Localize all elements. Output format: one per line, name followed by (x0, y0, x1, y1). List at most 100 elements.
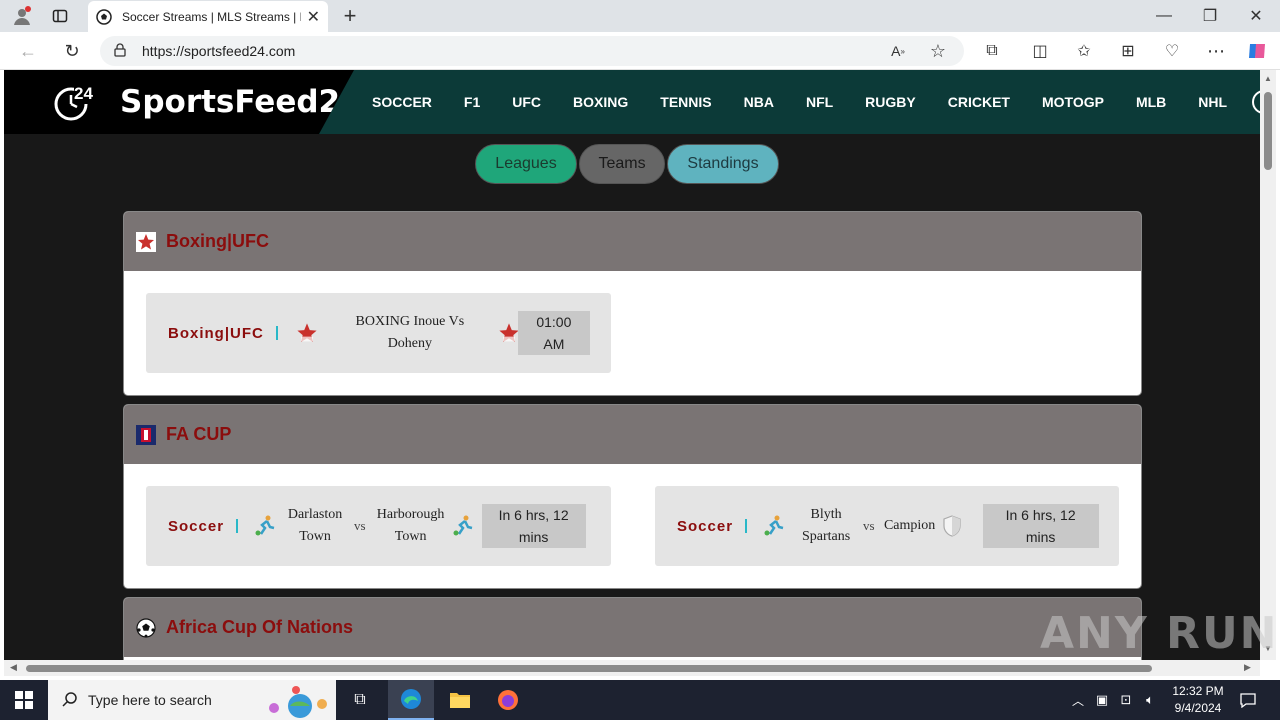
read-aloud-icon[interactable]: A» (886, 40, 910, 62)
time-line-2: AM (543, 336, 565, 352)
match-sport: Soccer (168, 517, 225, 535)
view-tabs: Leagues Teams Standings (475, 144, 781, 184)
match-card[interactable]: Soccer Darlaston Town vs Harborough Town… (146, 486, 611, 566)
player-kick-icon (450, 513, 476, 539)
edge-browser-icon[interactable] (388, 680, 434, 720)
section-title: FA CUP (166, 424, 232, 444)
device-icon[interactable]: ▣ (1094, 690, 1110, 710)
nav-rugby[interactable]: RUGBY (865, 94, 916, 110)
profile-icon[interactable] (10, 4, 34, 28)
match-time: In 6 hrs, 12 mins (982, 504, 1099, 548)
home-team-line-1: Darlaston (287, 507, 343, 522)
browser-tab-active[interactable]: Soccer Streams | MLS Streams | N ✕ (88, 1, 328, 32)
site-logo[interactable]: 24 SportsFeed24 (4, 70, 354, 134)
scroll-thumb[interactable] (26, 665, 1152, 672)
nav-f1[interactable]: F1 (464, 94, 480, 110)
vs-label: vs (863, 518, 875, 533)
tab-title: Soccer Streams | MLS Streams | N (122, 9, 301, 24)
player-kick-icon (252, 513, 278, 539)
task-view-icon[interactable]: ⧉ (350, 690, 370, 710)
nav-mlb[interactable]: MLB (1136, 94, 1166, 110)
show-hidden-icons-icon[interactable]: ︿ (1070, 690, 1086, 710)
scroll-left-arrow-icon[interactable]: ◀ (10, 662, 17, 673)
taskbar-search[interactable]: Type here to search (48, 680, 336, 720)
home-team-line-2: Town (299, 529, 331, 544)
horizontal-scrollbar[interactable]: ◀ ▶ (4, 660, 1260, 676)
lock-icon[interactable] (114, 42, 126, 60)
time-line-1: 01:00 (536, 314, 572, 330)
search-icon (62, 691, 78, 710)
firefox-icon[interactable] (496, 688, 520, 712)
nav-soccer[interactable]: SOCCER (372, 94, 432, 110)
clock[interactable]: 12:32 PM 9/4/2024 (1166, 683, 1230, 717)
match-card[interactable]: Soccer Blyth Spartans vs Campion In 6 hr… (655, 486, 1119, 566)
nav-boxing[interactable]: BOXING (573, 94, 628, 110)
time-line-1: In 6 hrs, 12 (1005, 507, 1076, 523)
away-team: Harborough Town (372, 504, 450, 548)
divider (236, 519, 239, 533)
nav-tennis[interactable]: TENNIS (660, 94, 711, 110)
home-team-line-1: Blyth (810, 507, 842, 522)
close-window-icon[interactable]: ✕ (1244, 6, 1268, 26)
refresh-icon[interactable]: ↻ (60, 40, 84, 62)
scroll-thumb[interactable] (1264, 92, 1272, 170)
address-bar[interactable]: https://sportsfeed24.com (100, 36, 964, 66)
section-header: Africa Cup Of Nations (124, 598, 1141, 657)
network-icon[interactable]: ⊡ (1118, 690, 1134, 710)
tab-actions-icon[interactable] (50, 6, 70, 26)
windows-start-icon[interactable] (14, 690, 34, 710)
nav-nhl[interactable]: NHL (1198, 94, 1227, 110)
search-highlight-icon (262, 684, 332, 721)
scroll-right-arrow-icon[interactable]: ▶ (1244, 662, 1251, 673)
url-text: https://sportsfeed24.com (142, 43, 296, 59)
nav-nba[interactable]: NBA (744, 94, 774, 110)
match-sport: Boxing|UFC (168, 324, 264, 342)
clock-time: 12:32 PM (1172, 684, 1224, 698)
close-tab-icon[interactable]: ✕ (307, 7, 320, 27)
match-time: 01:00 AM (517, 311, 590, 355)
volume-icon[interactable]: 🔈︎ (1142, 690, 1158, 710)
clock-date: 9/4/2024 (1174, 701, 1222, 715)
nav-cricket[interactable]: CRICKET (948, 94, 1010, 110)
scroll-up-arrow-icon[interactable]: ▲ (1264, 74, 1272, 83)
star-badge-icon (294, 320, 320, 346)
match-card[interactable]: Boxing|UFC BOXING Inoue Vs Doheny 01:00 … (146, 293, 611, 373)
nav-ufc[interactable]: UFC (512, 94, 541, 110)
nav-motogp[interactable]: MOTOGP (1042, 94, 1104, 110)
notifications-icon[interactable] (1238, 690, 1258, 710)
nav-nfl[interactable]: NFL (806, 94, 833, 110)
vertical-scrollbar[interactable]: ▲ ▼ (1260, 70, 1276, 660)
split-screen-icon[interactable]: ◫ (1028, 40, 1052, 62)
fa-cup-icon (136, 424, 156, 445)
favorites-icon[interactable]: ✩ (1072, 40, 1096, 62)
section-boxing-ufc: Boxing|UFC Boxing|UFC BOXING Inoue Vs Do… (123, 211, 1142, 396)
tab-leagues[interactable]: Leagues (475, 144, 577, 184)
taskbar: Type here to search ⧉ ︿ ▣ ⊡ 🔈︎ 12:32 PM … (0, 680, 1280, 720)
section-title: Africa Cup Of Nations (166, 617, 354, 637)
maximize-icon[interactable]: ❐ (1198, 6, 1222, 26)
section-title: Boxing|UFC (166, 231, 270, 251)
extensions-icon[interactable]: ⧉ (980, 40, 1004, 62)
performance-icon[interactable]: ♡ (1160, 40, 1184, 62)
file-explorer-icon[interactable] (448, 688, 472, 712)
more-menu-icon[interactable]: ⋯ (1204, 40, 1228, 62)
home-team: Blyth Spartans (795, 504, 857, 548)
section-africa-cup: Africa Cup Of Nations (123, 597, 1142, 660)
soccer-ball-icon (136, 617, 156, 638)
search-placeholder: Type here to search (88, 692, 212, 708)
copilot-icon[interactable] (1244, 38, 1270, 64)
favorite-star-icon[interactable]: ☆ (926, 40, 950, 62)
away-team-line-1: Harborough (376, 507, 445, 522)
shield-icon (939, 513, 965, 539)
soccer-ball-icon (96, 8, 112, 25)
collections-icon[interactable]: ⊞ (1116, 40, 1140, 62)
new-tab-icon[interactable]: + (338, 3, 362, 28)
minimize-icon[interactable]: — (1152, 6, 1176, 26)
back-icon[interactable]: ← (16, 40, 40, 62)
tab-standings[interactable]: Standings (667, 144, 779, 184)
nav-overflow-button[interactable] (1252, 90, 1260, 114)
logo-badge: 24 (74, 84, 93, 104)
browser-tab-bar: Soccer Streams | MLS Streams | N ✕ + — ❐… (0, 0, 1280, 32)
tab-teams[interactable]: Teams (579, 144, 665, 184)
time-line-1: In 6 hrs, 12 (498, 507, 569, 523)
